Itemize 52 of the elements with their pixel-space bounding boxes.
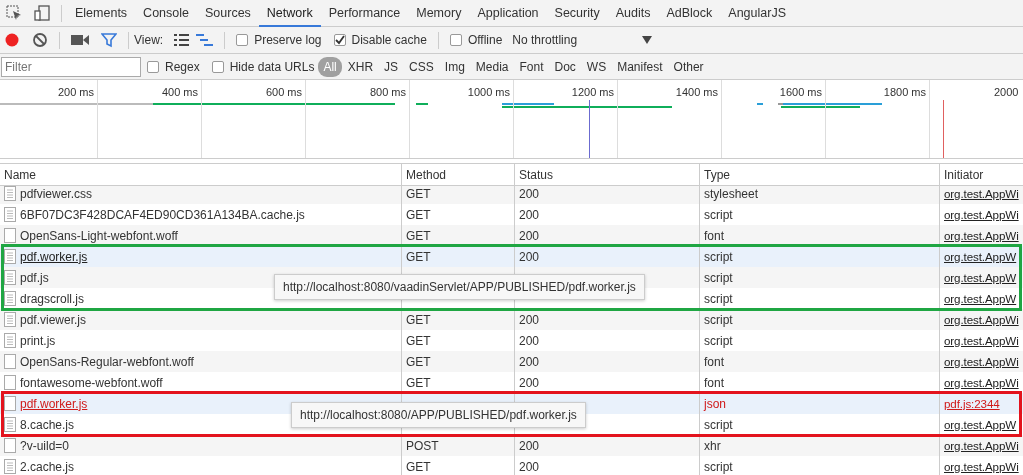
type-text: script (704, 416, 733, 434)
type-text: font (704, 353, 724, 371)
option-label: Offline (467, 32, 503, 49)
time-tick-label: 1800 ms (883, 85, 926, 100)
status-text: 200 (519, 353, 540, 371)
status-text: 200 (519, 458, 540, 475)
type-text: script (704, 248, 733, 266)
time-tick-label: 800 ms (369, 85, 406, 100)
time-tick-label: 400 ms (161, 85, 198, 100)
time-tick-label: 200 ms (57, 85, 94, 100)
status-text: 200 (519, 248, 540, 266)
type-text: stylesheet (704, 186, 759, 203)
status-text: 200 (519, 186, 540, 203)
method-text: GET (406, 186, 431, 203)
status-text: 200 (519, 311, 540, 329)
url-tooltip: http://localhost:8080/vaadinServlet/APP/PUBLISHED/pdf.worker.js (274, 274, 645, 300)
time-tick-label: 1600 ms (779, 85, 822, 100)
type-text: xhr (704, 437, 721, 455)
method-text: GET (406, 374, 431, 392)
time-tick-label: 600 ms (265, 85, 302, 100)
status-text: 200 (519, 374, 540, 392)
type-text: script (704, 290, 733, 308)
time-tick-label: 1000 ms (467, 85, 510, 100)
type-text: script (704, 206, 733, 224)
type-text: script (704, 269, 733, 287)
method-text: POST (406, 437, 439, 455)
option-label: Hide data URLs (229, 58, 315, 76)
method-text: GET (406, 206, 431, 224)
time-tick-label: 1200 ms (571, 85, 614, 100)
method-text: GET (406, 248, 431, 266)
status-text: 200 (519, 206, 540, 224)
option-label: Disable cache (351, 32, 427, 49)
status-text: 200 (519, 437, 540, 455)
method-text: GET (406, 458, 431, 475)
option-label: Regex (165, 58, 200, 76)
time-tick-label: 1400 ms (675, 85, 718, 100)
type-text: font (704, 227, 724, 245)
type-text: json (704, 395, 726, 413)
status-text: 200 (519, 332, 540, 350)
status-text: 200 (519, 227, 540, 245)
view-label: View: (134, 32, 164, 49)
type-text: script (704, 458, 733, 475)
method-text: GET (406, 332, 431, 350)
url-tooltip: http://localhost:8080/APP/PUBLISHED/pdf.worker.js (291, 402, 586, 428)
time-tick-label: 2000 (994, 85, 1019, 100)
type-text: font (704, 374, 724, 392)
type-text: script (704, 332, 733, 350)
method-text: GET (406, 227, 431, 245)
method-text: GET (406, 311, 431, 329)
type-text: script (704, 311, 733, 329)
method-text: GET (406, 353, 431, 371)
option-label: Preserve log (254, 32, 322, 49)
